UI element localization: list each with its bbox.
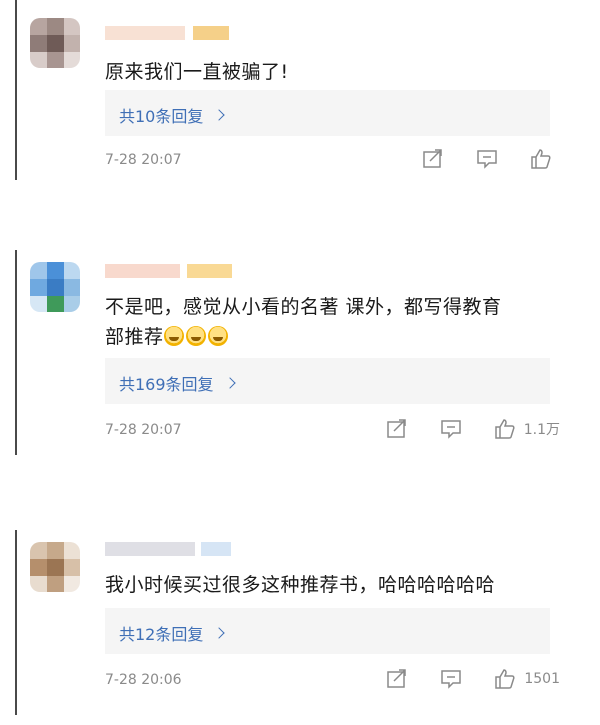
like-button[interactable] xyxy=(530,148,560,170)
share-button[interactable] xyxy=(422,148,444,170)
username-blurred[interactable] xyxy=(105,542,235,556)
laughing-emoji-icon xyxy=(163,326,184,346)
share-icon xyxy=(386,419,406,438)
username-blurred[interactable] xyxy=(105,26,235,40)
chevron-right-icon xyxy=(223,377,236,389)
laughing-emoji-icon xyxy=(207,326,228,346)
left-divider xyxy=(15,250,17,455)
reply-box[interactable]: 共12条回复 xyxy=(105,608,550,654)
like-count: 1501 xyxy=(524,671,560,687)
comment-text: 我小时候买过很多这种推荐书，哈哈哈哈哈哈 xyxy=(105,574,496,596)
comment-card: 不是吧，感觉从小看的名著 课外，都写得教育 部推荐 共169条回复 7-28 2… xyxy=(0,250,600,465)
left-divider xyxy=(15,0,17,180)
view-replies-link[interactable]: 共169条回复 xyxy=(119,371,236,395)
comment-icon xyxy=(440,420,461,439)
comment-button[interactable] xyxy=(440,418,462,440)
reply-box[interactable]: 共10条回复 xyxy=(105,90,550,136)
timestamp: 7-28 20:07 xyxy=(105,422,182,438)
comment-card: 原来我们一直被骗了! 共10条回复 7-28 20:07 xyxy=(0,0,600,190)
like-button[interactable]: 1.1万 xyxy=(494,418,560,440)
comment-icon xyxy=(441,670,462,689)
reply-box[interactable]: 共169条回复 xyxy=(105,358,550,404)
chevron-right-icon xyxy=(213,109,226,121)
left-divider xyxy=(15,530,17,715)
timestamp: 7-28 20:07 xyxy=(105,152,182,168)
username-blurred[interactable] xyxy=(105,264,235,278)
share-icon xyxy=(387,669,407,688)
like-button[interactable]: 1501 xyxy=(494,668,560,690)
avatar[interactable] xyxy=(30,262,80,312)
avatar[interactable] xyxy=(30,18,80,68)
share-icon xyxy=(423,149,442,168)
like-count: 1.1万 xyxy=(523,422,560,438)
comment-card: 我小时候买过很多这种推荐书，哈哈哈哈哈哈 共12条回复 7-28 20:06 1… xyxy=(0,530,600,720)
comment-actions: 1501 xyxy=(386,668,560,690)
share-button[interactable] xyxy=(386,668,408,690)
comment-button[interactable] xyxy=(476,148,498,170)
chevron-right-icon xyxy=(213,627,226,639)
thumbs-up-icon xyxy=(494,419,515,439)
thumbs-up-icon xyxy=(495,669,515,689)
reply-count-label[interactable]: 共169条回复 xyxy=(119,371,214,395)
timestamp: 7-28 20:06 xyxy=(105,672,182,688)
comment-actions xyxy=(422,148,560,170)
laughing-emoji-icon xyxy=(185,326,206,346)
avatar[interactable] xyxy=(30,542,80,592)
reply-count-label[interactable]: 共12条回复 xyxy=(119,621,203,645)
comment-text: 原来我们一直被骗了! xyxy=(105,61,289,83)
comment-actions: 1.1万 xyxy=(386,418,560,440)
reply-count-label[interactable]: 共10条回复 xyxy=(119,103,203,127)
comment-icon xyxy=(477,150,497,169)
comment-button[interactable] xyxy=(440,668,462,690)
comment-text: 不是吧，感觉从小看的名著 课外，都写得教育 部推荐 xyxy=(105,296,502,348)
thumbs-up-icon xyxy=(531,149,551,169)
view-replies-link[interactable]: 共12条回复 xyxy=(119,621,226,645)
share-button[interactable] xyxy=(386,418,408,440)
view-replies-link[interactable]: 共10条回复 xyxy=(119,103,226,127)
